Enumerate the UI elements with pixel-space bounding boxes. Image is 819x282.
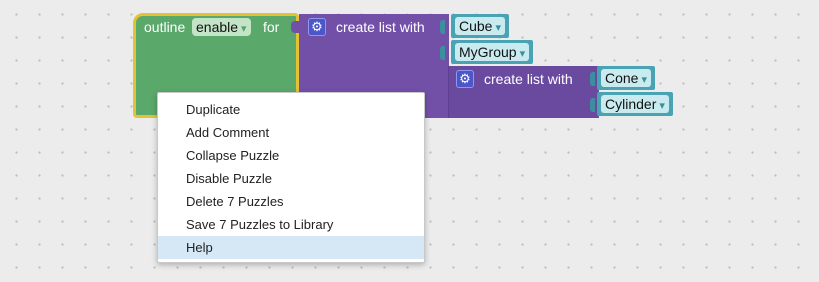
chevron-down-icon: ▾ xyxy=(641,74,647,86)
create-list-label-inner: create list with xyxy=(484,71,573,87)
outline-mode-value: enable xyxy=(196,19,239,35)
context-menu: Duplicate Add Comment Collapse Puzzle Di… xyxy=(157,92,425,263)
value-connector xyxy=(440,46,445,60)
value-connector xyxy=(590,72,595,86)
object-dropdown[interactable]: Cone ▾ xyxy=(601,69,651,87)
menu-item-help[interactable]: Help xyxy=(158,236,424,259)
value-block-cone[interactable]: Cone ▾ xyxy=(597,66,655,90)
value-connector xyxy=(590,98,595,112)
value-block-mygroup[interactable]: MyGroup ▾ xyxy=(451,40,534,64)
value-block-cylinder[interactable]: Cylinder ▾ xyxy=(597,92,673,116)
menu-item-duplicate[interactable]: Duplicate xyxy=(158,98,424,121)
chevron-down-icon: ▾ xyxy=(519,48,526,60)
menu-item-collapse-puzzle[interactable]: Collapse Puzzle xyxy=(158,144,424,167)
create-list-label-outer: create list with xyxy=(336,19,425,35)
value-block-cube[interactable]: Cube ▾ xyxy=(451,14,509,38)
menu-item-save-to-library[interactable]: Save 7 Puzzles to Library xyxy=(158,213,424,236)
mutator-gear-icon[interactable]: ⚙ xyxy=(456,70,474,88)
menu-item-add-comment[interactable]: Add Comment xyxy=(158,121,424,144)
menu-item-disable-puzzle[interactable]: Disable Puzzle xyxy=(158,167,424,190)
outline-label: outline xyxy=(144,19,186,35)
outline-for-label: for xyxy=(263,19,280,35)
object-dropdown[interactable]: MyGroup ▾ xyxy=(455,43,530,61)
value-connector xyxy=(440,20,445,34)
chevron-down-icon: ▾ xyxy=(241,23,247,35)
mutator-gear-icon[interactable]: ⚙ xyxy=(308,18,326,36)
input-notch xyxy=(291,21,301,33)
menu-item-delete-puzzles[interactable]: Delete 7 Puzzles xyxy=(158,190,424,213)
object-dropdown[interactable]: Cube ▾ xyxy=(455,17,505,35)
object-dropdown[interactable]: Cylinder ▾ xyxy=(601,95,669,113)
outline-mode-dropdown[interactable]: enable ▾ xyxy=(192,18,251,36)
chevron-down-icon: ▾ xyxy=(659,100,665,112)
chevron-down-icon: ▾ xyxy=(495,22,501,34)
